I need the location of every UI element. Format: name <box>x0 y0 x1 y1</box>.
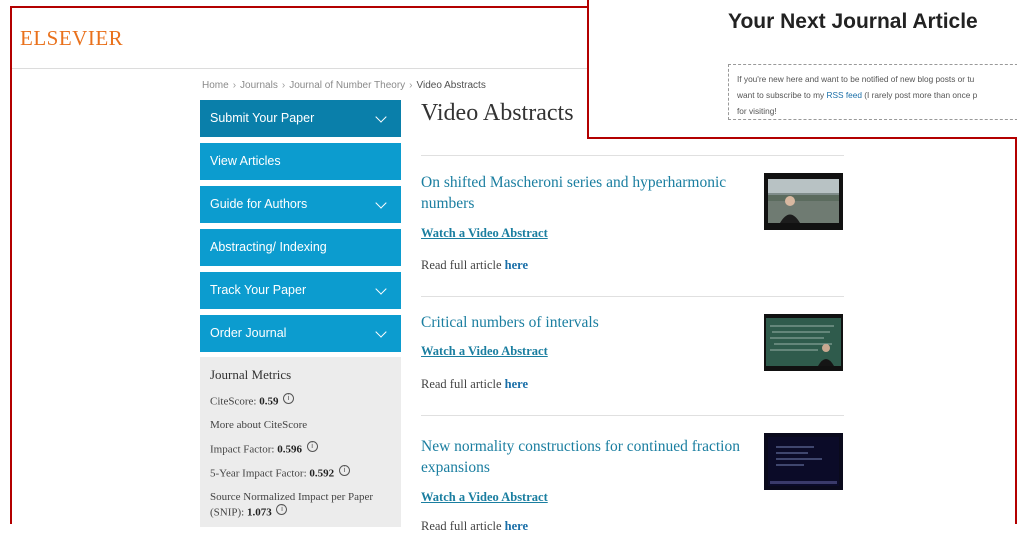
article-item: Critical numbers of intervals Watch a Vi… <box>421 296 844 415</box>
metric-snip: Source Normalized Impact per Paper (SNIP… <box>210 490 391 520</box>
blog-popup-overlay: Your Next Journal Article If you're new … <box>587 0 1017 139</box>
breadcrumb-journal[interactable]: Journal of Number Theory <box>289 80 405 91</box>
chevron-down-icon <box>375 326 387 338</box>
metric-impact-factor: Impact Factor: 0.596 i <box>210 440 391 457</box>
article-title-link[interactable]: On shifted Mascheroni series and hyperha… <box>421 172 766 214</box>
read-full-label: Read full article <box>421 519 502 533</box>
chevron-down-icon <box>375 111 387 123</box>
nav-guide-for-authors[interactable]: Guide for Authors <box>200 186 401 223</box>
here-link[interactable]: here <box>505 377 528 391</box>
nav-abstracting-indexing[interactable]: Abstracting/ Indexing <box>200 229 401 266</box>
nav-label: View Articles <box>210 154 281 168</box>
breadcrumb: Home › Journals › Journal of Number Theory › V… <box>202 80 486 91</box>
more-about-citescore-link[interactable]: More about CiteScore <box>210 418 391 432</box>
metric-label: Source Normalized Impact per Paper (SNIP… <box>210 490 374 519</box>
popup-notice-box: If you're new here and want to be notifi… <box>728 64 1017 120</box>
chevron-down-icon <box>375 197 387 209</box>
metric-value: 0.596 <box>277 443 302 456</box>
breadcrumb-current: Video Abstracts <box>416 80 486 91</box>
metrics-title: Journal Metrics <box>210 367 292 382</box>
metric-5yr-impact-factor: 5-Year Impact Factor: 0.592 i <box>210 465 391 481</box>
side-navigation: Submit Your Paper View Articles Guide fo… <box>200 100 401 358</box>
metric-value: 0.592 <box>309 467 335 480</box>
nav-view-articles[interactable]: View Articles <box>200 143 401 180</box>
watch-video-abstract-link[interactable]: Watch a Video Abstract <box>421 490 548 505</box>
nav-label: Track Your Paper <box>210 283 307 297</box>
popup-title: Your Next Journal Article <box>728 10 978 33</box>
read-full-label: Read full article <box>421 377 502 391</box>
info-icon[interactable]: i <box>283 393 295 404</box>
metric-label: 5-Year Impact Factor: <box>210 467 307 480</box>
here-link[interactable]: here <box>505 519 528 533</box>
rss-feed-link[interactable]: RSS feed <box>826 90 862 100</box>
nav-submit-paper[interactable]: Submit Your Paper <box>200 100 401 137</box>
article-item: New normality constructions for continue… <box>421 415 844 533</box>
journal-metrics: Journal Metrics CiteScore: 0.59 i More a… <box>200 357 401 527</box>
video-thumbnail-image <box>764 173 843 230</box>
popup-line-2: want to subscribe to my RSS feed (I rare… <box>737 87 1017 103</box>
video-thumbnail[interactable] <box>764 314 843 371</box>
nav-label: Submit Your Paper <box>210 111 315 125</box>
popup-line-1: If you're new here and want to be notifi… <box>737 74 975 84</box>
read-full-article: Read full article here <box>421 377 528 392</box>
watch-video-abstract-link[interactable]: Watch a Video Abstract <box>421 226 548 241</box>
breadcrumb-journals[interactable]: Journals <box>240 80 278 91</box>
metric-label: CiteScore: <box>210 395 257 408</box>
info-icon[interactable]: i <box>306 440 318 452</box>
info-icon[interactable]: i <box>276 503 288 515</box>
video-thumbnail-image <box>764 433 843 490</box>
metric-label: Impact Factor: <box>210 443 275 456</box>
nav-track-paper[interactable]: Track Your Paper <box>200 272 401 309</box>
breadcrumb-home[interactable]: Home <box>202 80 229 91</box>
metric-value: 1.073 <box>246 506 272 519</box>
info-icon[interactable]: i <box>338 465 350 477</box>
article-title-link[interactable]: New normality constructions for continue… <box>421 436 766 478</box>
nav-order-journal[interactable]: Order Journal <box>200 315 401 352</box>
read-full-article: Read full article here <box>421 258 528 273</box>
popup-text: want to subscribe to my <box>737 90 825 100</box>
article-item: On shifted Mascheroni series and hyperha… <box>421 155 844 296</box>
video-thumbnail-image <box>764 314 843 371</box>
nav-label: Order Journal <box>210 326 287 340</box>
watch-video-abstract-link[interactable]: Watch a Video Abstract <box>421 344 548 359</box>
chevron-down-icon <box>375 283 387 295</box>
nav-label: Abstracting/ Indexing <box>210 240 327 254</box>
metric-value: 0.59 <box>259 395 279 408</box>
chevron-right-icon: › <box>281 80 286 91</box>
page-title: Video Abstracts <box>421 100 574 126</box>
chevron-right-icon: › <box>409 80 413 91</box>
read-full-label: Read full article <box>421 258 502 272</box>
nav-label: Guide for Authors <box>210 197 308 211</box>
popup-line-3: for visiting! <box>737 106 777 116</box>
read-full-article: Read full article here <box>421 519 528 534</box>
popup-text: (I rarely post more than once p <box>864 90 978 100</box>
article-title-link[interactable]: Critical numbers of intervals <box>421 312 766 333</box>
video-thumbnail[interactable] <box>764 173 843 230</box>
here-link[interactable]: here <box>505 258 528 272</box>
chevron-right-icon: › <box>232 80 237 91</box>
metric-citescore: CiteScore: 0.59 i <box>210 393 391 409</box>
elsevier-logo[interactable]: ELSEVIER <box>20 26 123 51</box>
video-thumbnail[interactable] <box>764 433 843 490</box>
